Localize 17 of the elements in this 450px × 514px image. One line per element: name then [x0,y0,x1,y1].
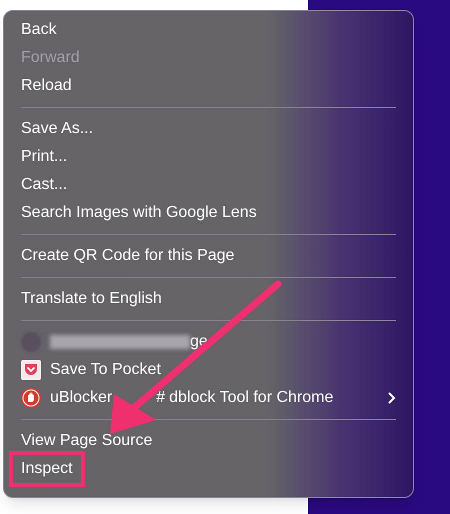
hand-icon [21,388,41,408]
menu-item[interactable]: View Page Source [21,430,152,452]
menu-item[interactable]: Create QR Code for this Page [21,245,234,267]
menu-item[interactable]: Save To Pocket [50,359,161,381]
menu-item[interactable]: Cast... [21,174,68,196]
menu-item[interactable]: Reload [21,75,72,97]
menu-item[interactable]: Translate to English [21,288,162,310]
menu-item[interactable]: dblock Tool for Chrome [169,387,334,409]
menu-item[interactable]: uBlocker [50,387,112,409]
chevron-right-icon [388,392,396,404]
menu-item[interactable]: Search Images with Google Lens [21,202,257,224]
menu-item[interactable]: Save As... [21,118,94,140]
menu-item[interactable]: Back [21,19,57,41]
pocket-icon [21,360,41,380]
menu-item[interactable]: Print... [21,146,68,168]
menu-item[interactable]: Inspect [9,451,85,487]
menu-item[interactable]: # [156,387,166,409]
